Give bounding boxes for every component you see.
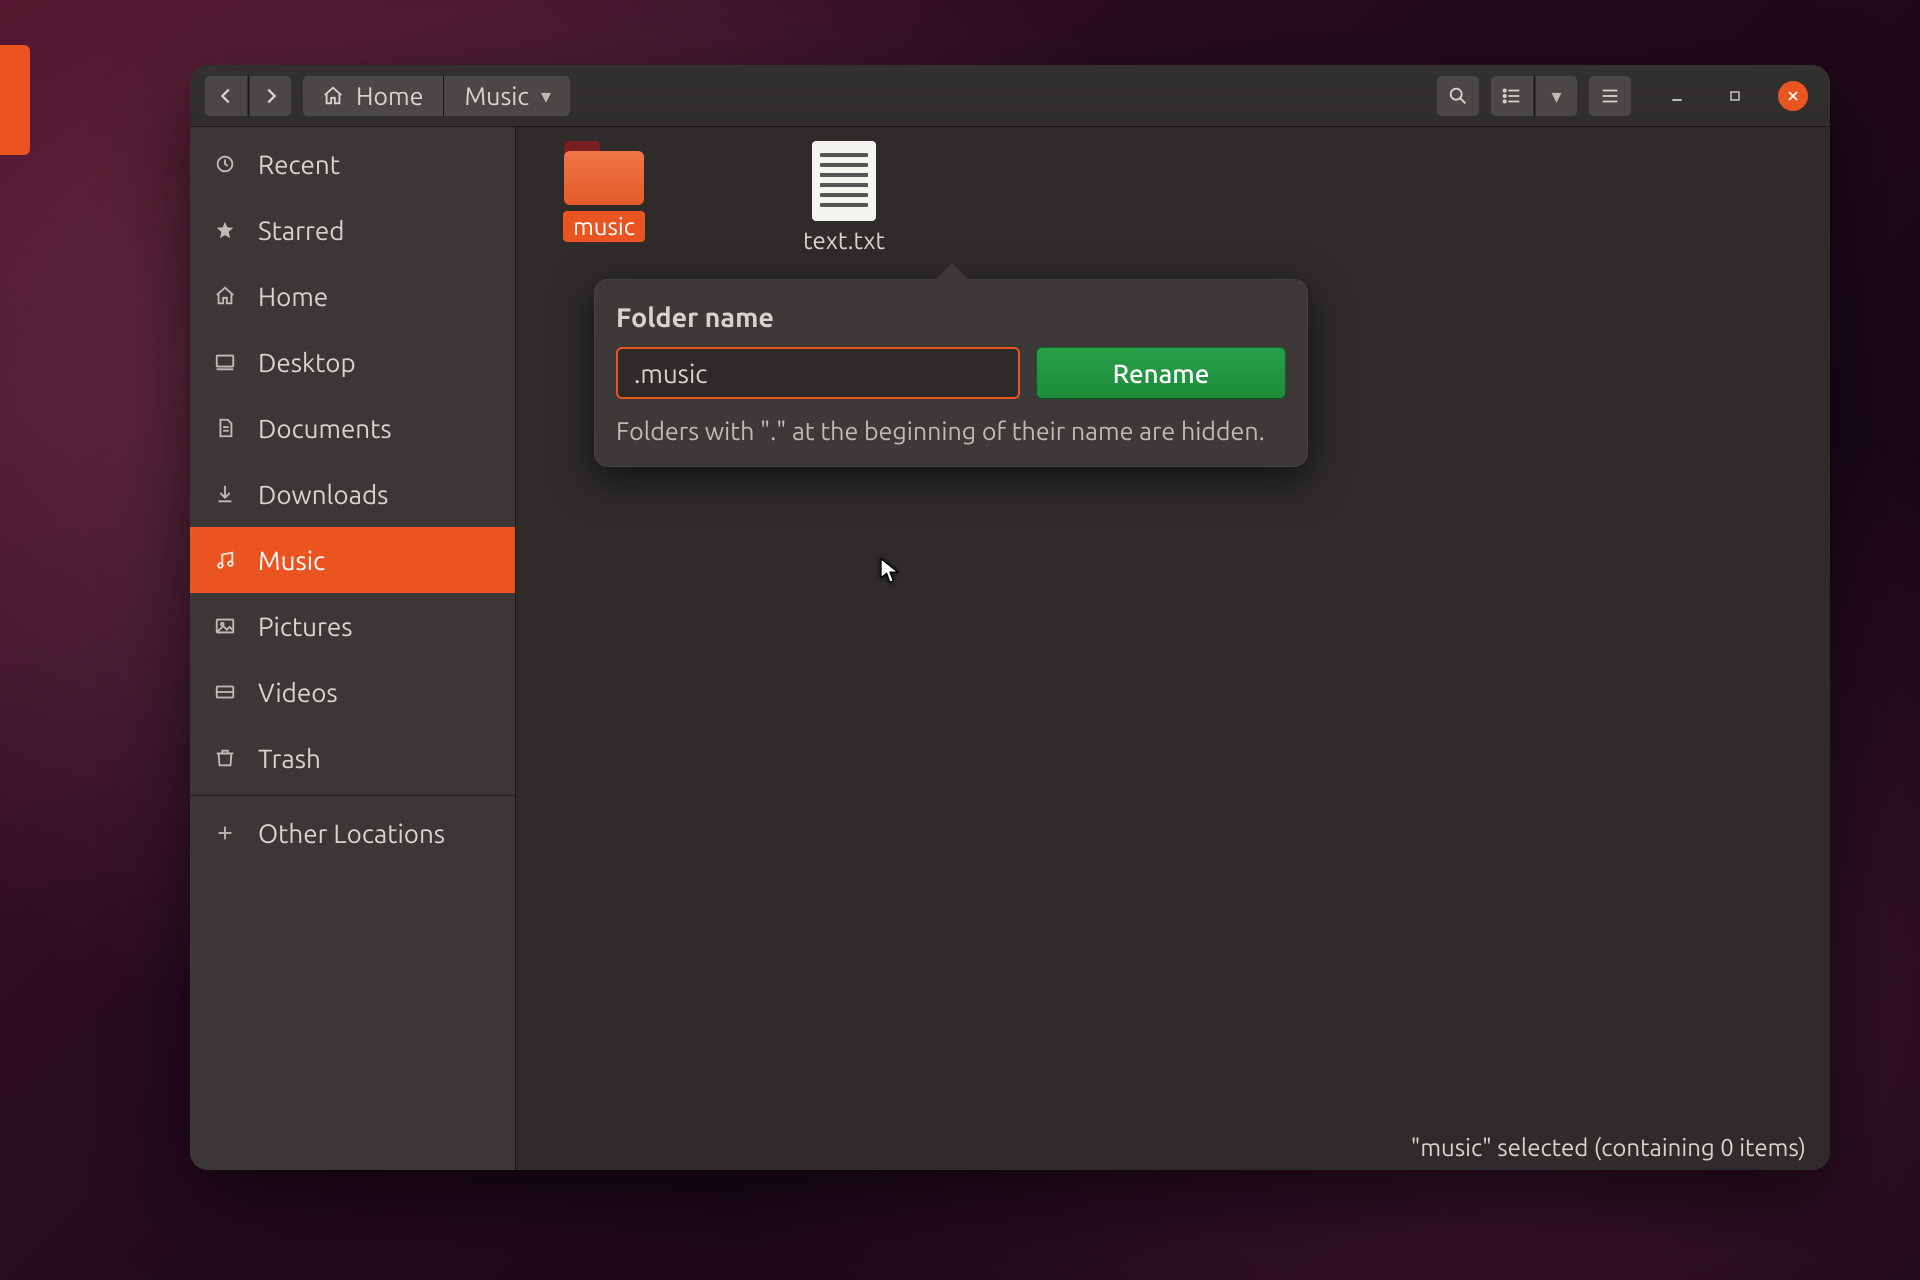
- main-content: music text.txt "music" selected (contain…: [516, 127, 1830, 1170]
- headerbar: Home Music ▾ ▾: [190, 65, 1830, 127]
- window-controls: [1662, 81, 1808, 111]
- sidebar-item-starred[interactable]: Starred: [190, 197, 515, 263]
- download-icon: [214, 483, 240, 505]
- search-button[interactable]: [1436, 75, 1480, 117]
- file-item-text[interactable]: text.txt: [774, 141, 914, 254]
- launcher-hint: [0, 45, 30, 155]
- path-current-label: Music: [464, 82, 529, 110]
- rename-hint: Folders with "." at the beginning of the…: [616, 417, 1286, 445]
- sidebar-item-pictures[interactable]: Pictures: [190, 593, 515, 659]
- nautilus-window: Home Music ▾ ▾: [190, 65, 1830, 1170]
- path-home-label: Home: [356, 82, 423, 110]
- file-item-music[interactable]: music: [534, 141, 674, 242]
- file-label: music: [563, 211, 645, 242]
- sidebar-item-videos[interactable]: Videos: [190, 659, 515, 725]
- rename-popover: Folder name Rename Folders with "." at t…: [594, 279, 1308, 467]
- sidebar-item-trash[interactable]: Trash: [190, 725, 515, 791]
- sidebar-item-documents[interactable]: Documents: [190, 395, 515, 461]
- sidebar-item-label: Videos: [258, 678, 338, 707]
- music-icon: [214, 549, 240, 571]
- sidebar-item-other-locations[interactable]: Other Locations: [190, 800, 515, 866]
- close-button[interactable]: [1778, 81, 1808, 111]
- list-icon: [1501, 85, 1523, 107]
- path-home[interactable]: Home: [302, 75, 443, 117]
- minimize-button[interactable]: [1662, 81, 1692, 111]
- chevron-down-icon: ▾: [541, 84, 551, 108]
- sidebar-separator: [190, 795, 515, 796]
- chevron-down-icon: ▾: [1551, 84, 1561, 108]
- view-options-button[interactable]: ▾: [1534, 75, 1578, 117]
- sidebar-item-label: Documents: [258, 414, 392, 443]
- chevron-left-icon: [215, 85, 237, 107]
- forward-button[interactable]: [248, 75, 292, 117]
- home-icon: [322, 85, 344, 107]
- rename-button[interactable]: Rename: [1036, 347, 1286, 399]
- file-label: text.txt: [803, 227, 885, 254]
- sidebar-item-label: Pictures: [258, 612, 352, 641]
- sidebar-item-label: Downloads: [258, 480, 388, 509]
- status-bar: "music" selected (containing 0 items): [516, 1124, 1830, 1170]
- plus-icon: [214, 822, 240, 844]
- rename-title: Folder name: [616, 303, 1286, 333]
- folder-icon: [564, 141, 644, 205]
- search-icon: [1447, 85, 1469, 107]
- desktop-icon: [214, 351, 240, 373]
- home-icon: [214, 285, 240, 307]
- chevron-right-icon: [260, 85, 282, 107]
- sidebar-item-music[interactable]: Music: [190, 527, 515, 593]
- star-icon: [214, 219, 240, 241]
- clock-icon: [214, 153, 240, 175]
- path-current[interactable]: Music ▾: [444, 75, 571, 117]
- status-text: "music" selected (containing 0 items): [1411, 1134, 1806, 1161]
- video-icon: [214, 681, 240, 703]
- textfile-icon: [812, 141, 876, 221]
- sidebar-item-label: Starred: [258, 216, 344, 245]
- sidebar-item-label: Desktop: [258, 348, 356, 377]
- sidebar-item-recent[interactable]: Recent: [190, 131, 515, 197]
- sidebar-item-label: Trash: [258, 744, 321, 773]
- sidebar-item-desktop[interactable]: Desktop: [190, 329, 515, 395]
- sidebar: Recent Starred Home Desktop Documents Downloa…: [190, 127, 516, 1170]
- doc-icon: [214, 417, 240, 439]
- path-bar: Home Music ▾: [302, 75, 571, 117]
- sidebar-item-label: Recent: [258, 150, 340, 179]
- sidebar-item-downloads[interactable]: Downloads: [190, 461, 515, 527]
- maximize-button[interactable]: [1720, 81, 1750, 111]
- sidebar-item-home[interactable]: Home: [190, 263, 515, 329]
- sidebar-item-label: Other Locations: [258, 819, 445, 848]
- icon-grid[interactable]: music text.txt: [516, 127, 1830, 1124]
- sidebar-item-label: Home: [258, 282, 328, 311]
- picture-icon: [214, 615, 240, 637]
- back-button[interactable]: [204, 75, 248, 117]
- trash-icon: [214, 747, 240, 769]
- hamburger-icon: [1599, 85, 1621, 107]
- rename-input[interactable]: [616, 347, 1020, 399]
- sidebar-item-label: Music: [258, 546, 325, 575]
- list-view-button[interactable]: [1490, 75, 1534, 117]
- hamburger-menu-button[interactable]: [1588, 75, 1632, 117]
